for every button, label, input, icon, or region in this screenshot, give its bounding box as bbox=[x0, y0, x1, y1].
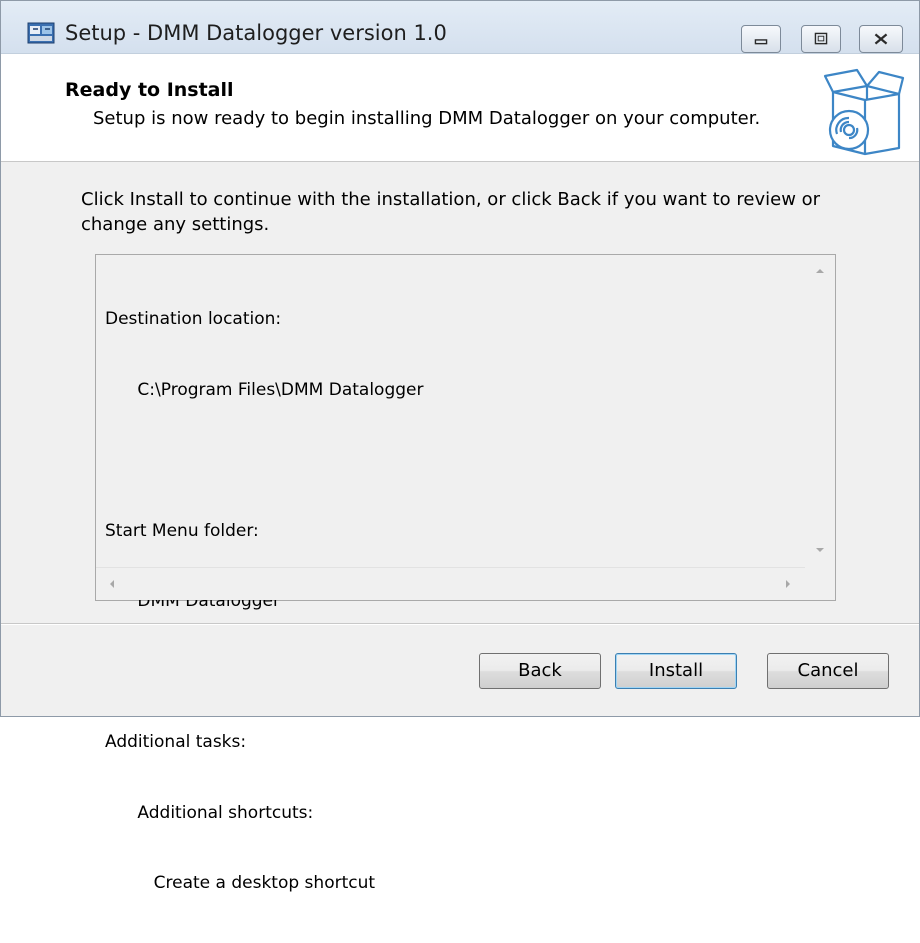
wizard-header: Ready to Install Setup is now ready to b… bbox=[1, 54, 919, 162]
scroll-left-arrow-icon[interactable] bbox=[106, 578, 118, 590]
memo-line: Additional tasks: bbox=[105, 732, 247, 752]
memo-line: Create a desktop shortcut bbox=[105, 873, 376, 893]
instructions-text: Click Install to continue with the insta… bbox=[81, 189, 821, 235]
install-button[interactable]: Install bbox=[615, 653, 737, 689]
software-box-disc-icon bbox=[819, 66, 905, 156]
setup-window: Setup - DMM Datalogger version 1.0 Ready… bbox=[0, 0, 920, 893]
memo-line: Destination location: bbox=[105, 309, 282, 329]
setup-app-icon[interactable] bbox=[27, 21, 55, 45]
page-subtitle: Setup is now ready to begin installing D… bbox=[93, 108, 761, 129]
maximize-button[interactable] bbox=[801, 25, 841, 53]
title-bar[interactable]: Setup - DMM Datalogger version 1.0 bbox=[1, 1, 919, 54]
horizontal-scrollbar[interactable] bbox=[96, 567, 805, 600]
close-icon bbox=[874, 33, 888, 45]
page-title: Ready to Install bbox=[65, 79, 234, 101]
memo-line: Start Menu folder: bbox=[105, 520, 259, 541]
memo-line: Additional shortcuts: bbox=[105, 802, 314, 823]
scrollbar-corner bbox=[805, 568, 835, 600]
scroll-up-arrow-icon[interactable] bbox=[814, 265, 826, 277]
scroll-right-arrow-icon[interactable] bbox=[782, 578, 794, 590]
cancel-button[interactable]: Cancel bbox=[767, 653, 889, 689]
scroll-down-arrow-icon[interactable] bbox=[814, 544, 826, 556]
minimize-icon bbox=[754, 39, 768, 45]
vertical-scrollbar[interactable] bbox=[805, 255, 835, 568]
minimize-button[interactable] bbox=[741, 25, 781, 53]
memo-line: C:\Program Files\DMM Datalogger bbox=[105, 379, 424, 400]
close-button[interactable] bbox=[859, 25, 903, 53]
memo-content: Destination location: C:\Program Files\D… bbox=[105, 261, 805, 943]
back-button[interactable]: Back bbox=[479, 653, 601, 689]
memo-line bbox=[105, 449, 805, 473]
button-separator bbox=[1, 623, 919, 625]
maximize-icon bbox=[814, 32, 828, 45]
window-title: Setup - DMM Datalogger version 1.0 bbox=[65, 21, 447, 45]
ready-memo-box[interactable]: Destination location: C:\Program Files\D… bbox=[95, 254, 836, 893]
